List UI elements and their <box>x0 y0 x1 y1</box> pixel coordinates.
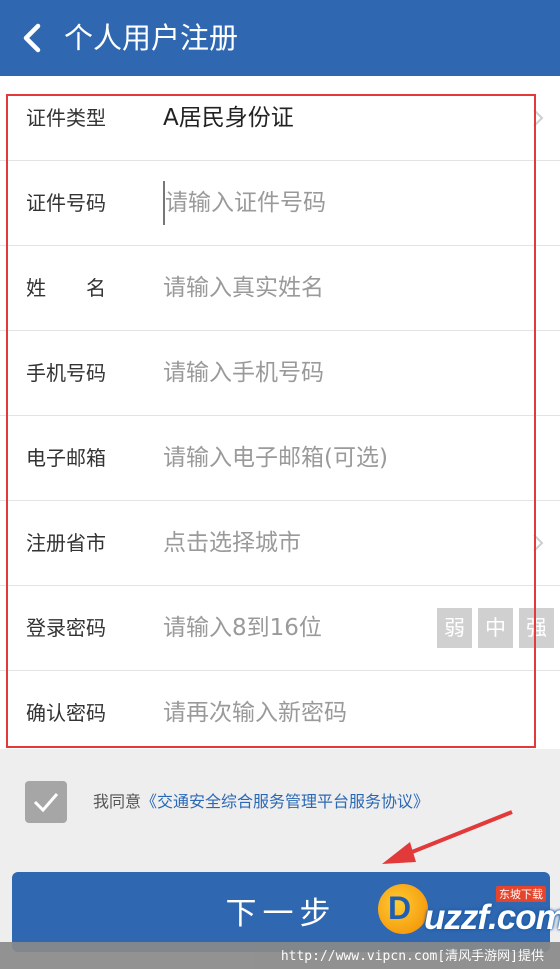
phone-input[interactable] <box>163 351 493 395</box>
logo-sub: 东坡下载 <box>496 886 546 902</box>
watermark-footer: http://www.vipcn.com[清风手游网]提供 <box>0 942 560 969</box>
registration-form: 证件类型 A居民身份证 证件号码 姓 名 手机号码 电子邮箱 注册省市 点击选择… <box>0 76 560 749</box>
confirm-password-input[interactable] <box>163 691 493 735</box>
password-label: 登录密码 <box>26 616 106 640</box>
name-input[interactable] <box>163 266 493 310</box>
page-title: 个人用户注册 <box>64 21 239 55</box>
strength-weak: 弱 <box>437 608 472 648</box>
email-row: 电子邮箱 <box>0 416 560 501</box>
name-label: 姓 名 <box>26 276 106 300</box>
agreement-prefix: 我同意 <box>93 792 142 811</box>
confirm-password-row: 确认密码 <box>0 671 560 756</box>
city-label: 注册省市 <box>26 531 106 555</box>
agreement-link[interactable]: 《交通安全综合服务管理平台服务协议》 <box>141 792 429 811</box>
phone-label: 手机号码 <box>26 361 106 385</box>
email-input[interactable] <box>163 436 493 480</box>
id-number-row: 证件号码 <box>0 161 560 246</box>
logo-mark: D <box>388 890 412 926</box>
name-row: 姓 名 <box>0 246 560 331</box>
password-input[interactable] <box>163 606 413 650</box>
agree-checkbox[interactable] <box>25 781 67 823</box>
city-row[interactable]: 注册省市 点击选择城市 <box>0 501 560 586</box>
chevron-right-icon <box>533 109 544 127</box>
id-type-label: 证件类型 <box>26 106 106 130</box>
agreement-row: 我同意《交通安全综合服务管理平台服务协议》 <box>0 762 560 842</box>
id-number-input[interactable] <box>163 181 495 225</box>
watermark-logo: D uzzf.com 东坡下载 <box>378 880 560 946</box>
phone-row: 手机号码 <box>0 331 560 416</box>
app-header: 个人用户注册 <box>0 0 560 76</box>
strength-medium: 中 <box>478 608 513 648</box>
logo-word: uzzf.com <box>424 898 560 937</box>
chevron-right-icon <box>533 534 544 552</box>
agreement-text: 我同意《交通安全综合服务管理平台服务协议》 <box>93 787 429 817</box>
confirm-password-label: 确认密码 <box>26 701 106 725</box>
chevron-left-icon[interactable] <box>18 20 48 56</box>
id-type-row[interactable]: 证件类型 A居民身份证 <box>0 76 560 161</box>
city-select[interactable]: 点击选择城市 <box>163 501 301 585</box>
email-label: 电子邮箱 <box>26 446 106 470</box>
id-type-value[interactable]: A居民身份证 <box>163 76 294 160</box>
watermark-url: http://www.vipcn.com[清风手游网]提供 <box>280 949 544 964</box>
id-number-label: 证件号码 <box>26 191 106 215</box>
password-row: 登录密码 弱 中 强 <box>0 586 560 671</box>
strength-strong: 强 <box>519 608 554 648</box>
check-icon <box>33 793 59 813</box>
